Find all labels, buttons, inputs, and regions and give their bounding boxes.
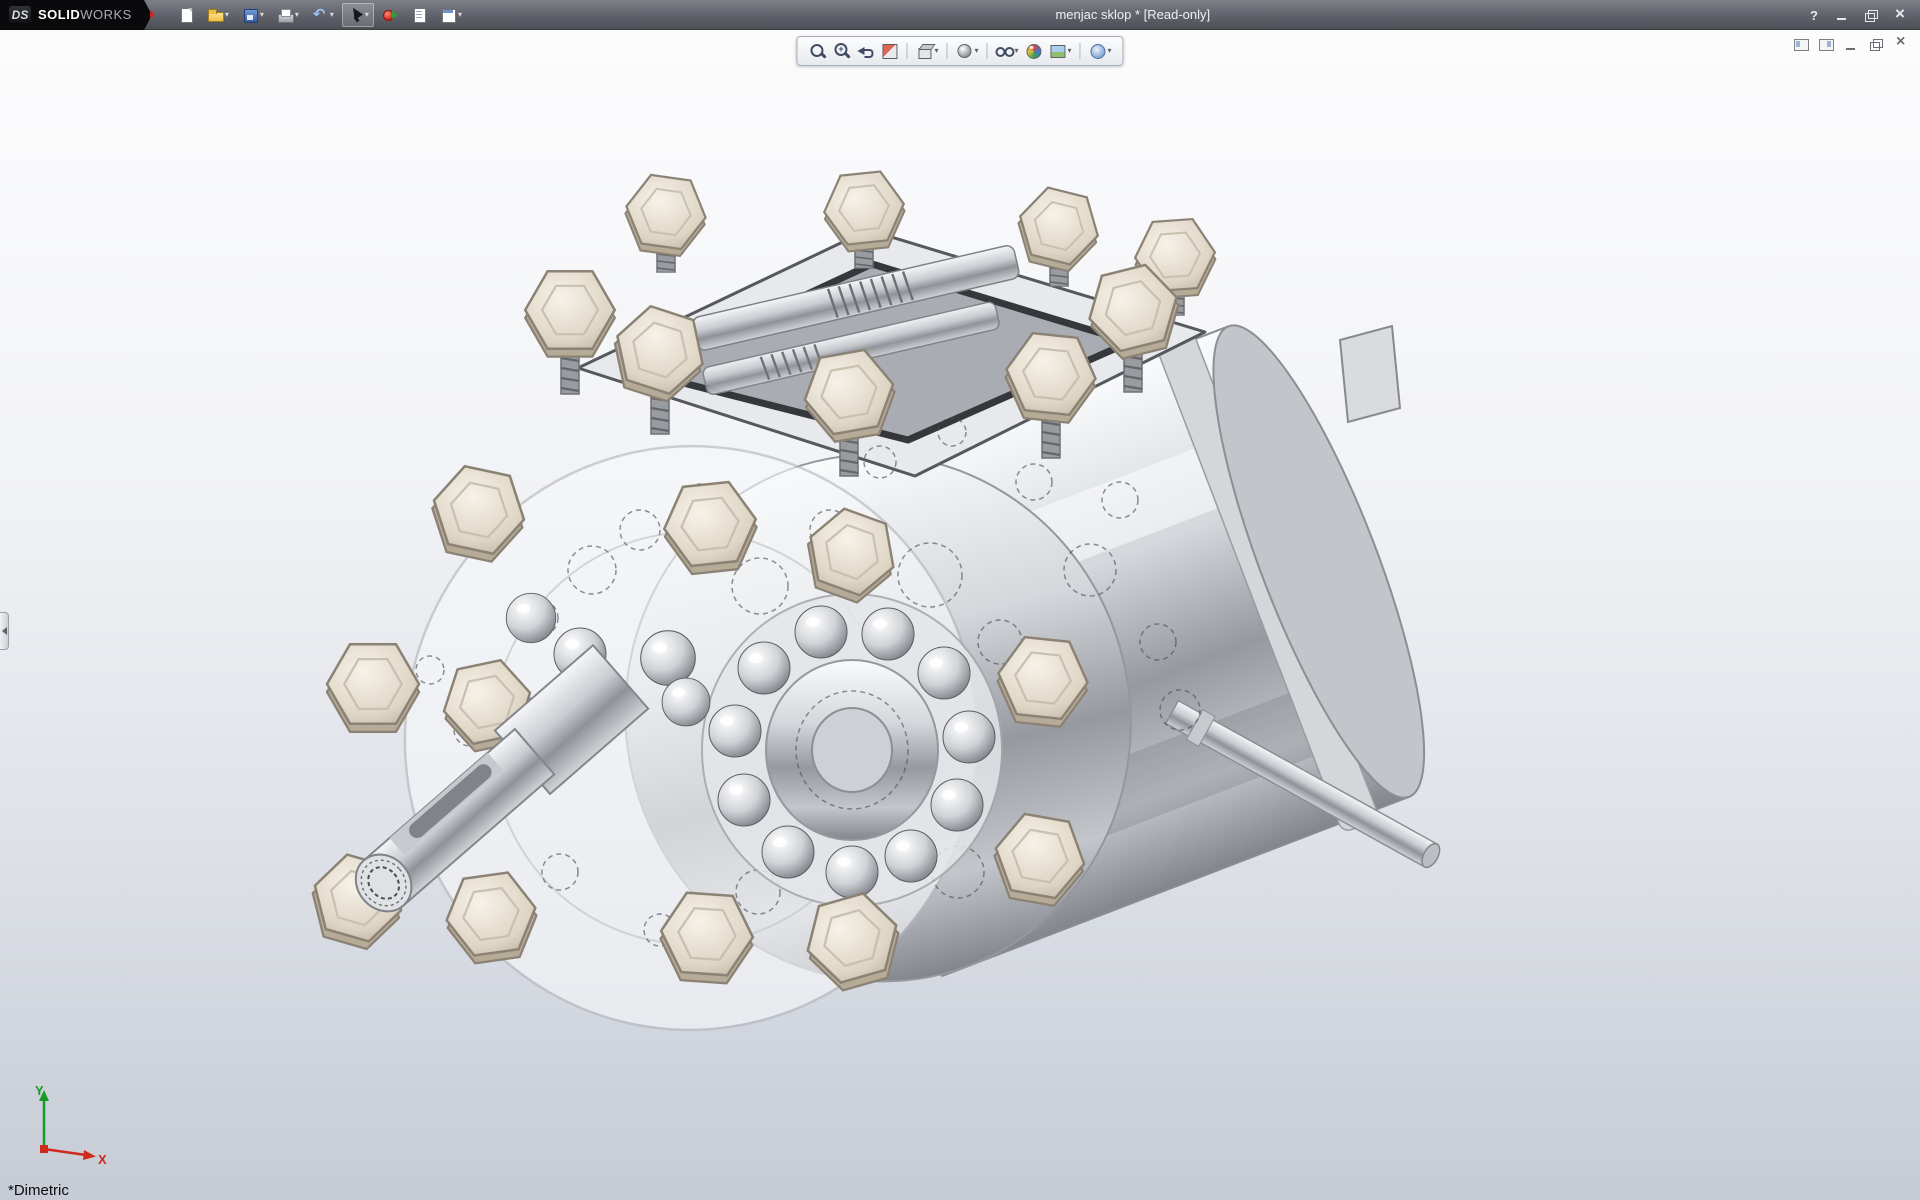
previous-view-icon (856, 42, 874, 60)
model-canvas[interactable] (0, 30, 1920, 1200)
pane-right-icon (1818, 37, 1834, 52)
edit-appearance-button[interactable] (1023, 40, 1045, 62)
main-toolbar: ▾ ▾ ▾ ▾ ▾ ▾ (173, 3, 467, 27)
win-restore-icon (1863, 8, 1879, 22)
dropdown-caret-icon[interactable]: ▾ (1108, 47, 1112, 55)
dropdown-caret-icon[interactable]: ▾ (225, 11, 229, 19)
triad-y-label: Y (35, 1083, 44, 1098)
brand-text: SOLIDWORKS (38, 7, 132, 22)
dropdown-caret-icon[interactable]: ▾ (1014, 47, 1018, 55)
options-icon (440, 7, 456, 23)
restore-window-button[interactable] (1861, 6, 1881, 24)
ds-logo-icon: DS (9, 6, 31, 23)
macro-record-icon (382, 7, 398, 23)
orientation-triad: Y X (14, 1083, 110, 1174)
brand-light: WORKS (80, 7, 132, 22)
doc-minimize-icon (1843, 37, 1859, 52)
toolbar-separator (946, 43, 947, 59)
gearbox-assembly-model (302, 169, 1467, 1067)
brand-bold: SOLID (38, 7, 80, 22)
zoom-to-area-button[interactable] (830, 40, 852, 62)
doc-close-icon (1893, 37, 1909, 52)
pane-left-icon (1793, 37, 1809, 52)
edit-appearance-icon (1025, 42, 1043, 60)
close-document-button[interactable] (1892, 36, 1910, 52)
graphics-viewport[interactable]: ▾ ▾ ▾ ▾ ▾ Y X *Dimetric (0, 30, 1920, 1200)
view-toolbar: ▾ ▾ ▾ ▾ ▾ (796, 36, 1123, 66)
pane-left-button[interactable] (1792, 36, 1810, 52)
window-title: menjac sklop * [Read-only] (1055, 7, 1210, 22)
title-bar[interactable]: DS SOLIDWORKS ▾ ▾ ▾ ▾ ▾ ▾ menjac sklop * [Rea… (0, 0, 1920, 30)
logo-accent-icon (150, 10, 155, 19)
zoom-to-fit-button[interactable] (806, 40, 828, 62)
toolbar-separator (1080, 43, 1081, 59)
collapse-arrow-icon (2, 627, 7, 635)
triad-x-label: X (98, 1152, 107, 1167)
view-orientation-label: *Dimetric (8, 1182, 69, 1199)
save-button[interactable]: ▾ (237, 3, 269, 27)
close-window-button[interactable] (1890, 6, 1910, 24)
toolbar-separator (986, 43, 987, 59)
select-icon (347, 7, 363, 23)
minimize-document-button[interactable] (1842, 36, 1860, 52)
zoom-to-area-icon (832, 42, 850, 60)
help-icon (1805, 8, 1821, 22)
apply-scene-button[interactable]: ▾ (1047, 40, 1074, 62)
housing-boss (1340, 326, 1400, 422)
document-window-controls (1792, 36, 1910, 52)
dropdown-caret-icon[interactable]: ▾ (295, 11, 299, 19)
save-icon (242, 7, 258, 23)
macro-record-button[interactable] (377, 3, 403, 27)
dropdown-caret-icon[interactable]: ▾ (260, 11, 264, 19)
undo-button[interactable]: ▾ (307, 3, 339, 27)
doc-restore-icon (1868, 37, 1884, 52)
hide-show-items-icon (995, 42, 1013, 60)
win-close-icon (1892, 8, 1908, 22)
minimize-window-button[interactable] (1832, 6, 1852, 24)
model-reflection (302, 993, 1467, 1200)
hide-show-items-button[interactable]: ▾ (993, 40, 1020, 62)
dropdown-caret-icon[interactable]: ▾ (1068, 47, 1072, 55)
new-icon (178, 7, 194, 23)
dropdown-caret-icon[interactable]: ▾ (365, 11, 369, 19)
print-icon (277, 7, 293, 23)
view-settings-button[interactable]: ▾ (1087, 40, 1114, 62)
restore-document-button[interactable] (1867, 36, 1885, 52)
display-style-icon (955, 42, 973, 60)
apply-scene-icon (1049, 42, 1067, 60)
toolbar-separator (906, 43, 907, 59)
options-button[interactable]: ▾ (435, 3, 467, 27)
new-document-button[interactable] (173, 3, 199, 27)
dropdown-caret-icon[interactable]: ▾ (934, 47, 938, 55)
help-button[interactable] (1803, 6, 1823, 24)
solidworks-logo: DS SOLIDWORKS (0, 0, 144, 30)
file-properties-icon (411, 7, 427, 23)
previous-view-button[interactable] (854, 40, 876, 62)
dropdown-caret-icon[interactable]: ▾ (974, 47, 978, 55)
dropdown-caret-icon[interactable]: ▾ (458, 11, 462, 19)
section-view-icon (880, 42, 898, 60)
print-button[interactable]: ▾ (272, 3, 304, 27)
zoom-to-fit-icon (808, 42, 826, 60)
file-properties-button[interactable] (406, 3, 432, 27)
dropdown-caret-icon[interactable]: ▾ (330, 11, 334, 19)
open-icon (207, 7, 223, 23)
window-controls (1803, 6, 1920, 24)
open-button[interactable]: ▾ (202, 3, 234, 27)
section-view-button[interactable] (878, 40, 900, 62)
display-style-button[interactable]: ▾ (953, 40, 980, 62)
feature-panel-tab[interactable] (0, 612, 9, 650)
view-orientation-icon (915, 42, 933, 60)
view-orientation-button[interactable]: ▾ (913, 40, 940, 62)
undo-icon (312, 7, 328, 23)
win-minimize-icon (1834, 8, 1850, 22)
view-settings-icon (1089, 42, 1107, 60)
pane-right-button[interactable] (1817, 36, 1835, 52)
select-button[interactable]: ▾ (342, 3, 374, 27)
